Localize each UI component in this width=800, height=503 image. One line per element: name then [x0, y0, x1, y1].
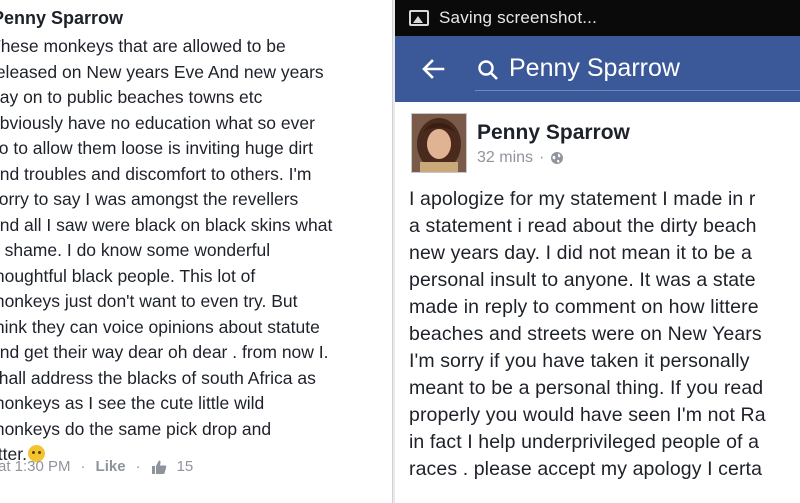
post-text-line: monkeys do the same pick drop and — [0, 418, 272, 439]
post-text-line: day on to public beaches towns etc — [0, 87, 263, 107]
like-button[interactable]: Like — [96, 458, 126, 475]
search-underline — [475, 90, 800, 91]
post-time[interactable]: 32 mins — [477, 149, 533, 167]
post-text-line: made in reply to comment on how littere — [409, 296, 759, 318]
post-text-line: properly you would have seen I'm not Ra — [409, 404, 766, 426]
profile-photo — [412, 114, 466, 172]
meta-separator: · — [80, 458, 86, 475]
apology-post-panel: Saving screenshot... Penny Sparrow Penny… — [395, 0, 800, 503]
back-arrow-icon[interactable] — [421, 57, 445, 81]
post-text-line: thoughtful black people. This lot of — [0, 265, 256, 286]
post-text-line: meant to be a personal thing. If you rea… — [409, 377, 764, 399]
post-text-line: I'm sorry if you have taken it personall… — [409, 350, 750, 372]
post-text-line: released on New years Eve And new years — [0, 61, 324, 82]
post-text-line: beaches and streets were on New Years — [409, 323, 762, 345]
post-text: These monkeys that are allowed to be rel… — [0, 34, 390, 468]
meta-separator: · — [539, 149, 545, 166]
post-text: I apologize for my statement I made in r… — [409, 186, 800, 483]
post-text-line: in fact I help underprivileged people of… — [409, 431, 760, 453]
post-text-line: new years day. I did not mean it to be a — [409, 242, 752, 264]
meta-separator: · — [135, 458, 141, 475]
like-count[interactable]: 15 — [177, 458, 194, 475]
post-text-line: monkeys just don't want to even try. But — [0, 291, 298, 311]
post-text-line: personal insult to anyone. It was a stat… — [409, 269, 756, 291]
facebook-search-bar: Penny Sparrow — [395, 36, 800, 102]
post-text-line: monkeys as I see the cute little wild — [0, 393, 265, 413]
search-icon — [478, 60, 498, 80]
post-text-line: obviously have no education what so ever — [0, 112, 315, 133]
status-notification-text: Saving screenshot... — [439, 8, 598, 27]
post-text-line: These monkeys that are allowed to be — [0, 36, 286, 56]
post-text-line: so to allow them loose is inviting huge … — [0, 138, 313, 158]
post-text-line: and get their way dear oh dear . from no… — [0, 342, 329, 362]
post-text-line: shall address the blacks of south Africa… — [0, 367, 316, 388]
post-text-line: a shame. I do know some wonderful — [0, 240, 271, 260]
original-post-panel: Penny Sparrow These monkeys that are all… — [0, 0, 393, 503]
post-author-name[interactable]: Penny Sparrow — [477, 121, 630, 145]
post-author-name[interactable]: Penny Sparrow — [0, 8, 123, 29]
post-text-line: a statement i read about the dirty beach — [409, 215, 757, 237]
post-text-line: and all I saw were black on black skins … — [0, 214, 333, 235]
post-text-line: think they can voice opinions about stat… — [0, 316, 320, 337]
post-text-line: races . please accept my apology I certa — [409, 458, 763, 480]
post-meta-row: at 1:30 PM · Like · 15 — [0, 458, 193, 475]
profile-avatar[interactable] — [411, 113, 467, 173]
post-text-line: and troubles and discomfort to others. I… — [0, 163, 312, 184]
android-status-bar: Saving screenshot... — [395, 0, 800, 36]
post-timestamp[interactable]: at 1:30 PM — [0, 458, 71, 475]
globe-icon — [551, 152, 564, 164]
post-meta-row: 32 mins · — [477, 149, 564, 167]
post-text-line: sorry to say I was amongst the revellers — [0, 189, 299, 209]
thumbs-up-icon — [151, 460, 166, 474]
image-icon — [409, 10, 429, 26]
post-text-line: I apologize for my statement I made in r — [409, 188, 756, 210]
search-input[interactable]: Penny Sparrow — [509, 54, 680, 83]
